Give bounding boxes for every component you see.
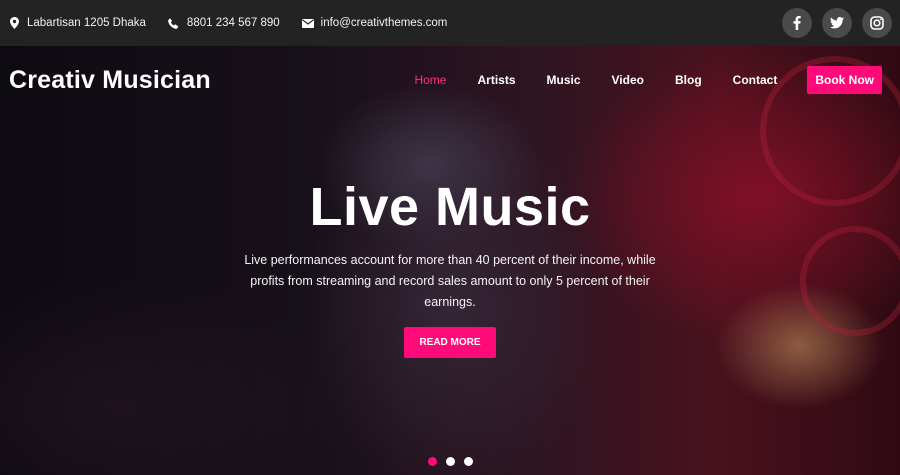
nav-contact[interactable]: Contact [733, 73, 778, 87]
phone-text: 8801 234 567 890 [186, 17, 280, 29]
email-link[interactable]: info@creativthemes.com [321, 17, 448, 29]
nav-artists[interactable]: Artists [477, 73, 515, 87]
address-info: Labartisan 1205 Dhaka [8, 17, 146, 29]
nav-video[interactable]: Video [612, 73, 644, 87]
slide-dot-2[interactable] [445, 457, 455, 466]
map-pin-icon [8, 17, 20, 29]
facebook-icon [793, 16, 801, 30]
twitter-button[interactable] [822, 8, 852, 38]
book-now-button[interactable]: Book Now [807, 66, 882, 94]
nav-home[interactable]: Home [414, 73, 446, 87]
facebook-button[interactable] [782, 8, 812, 38]
site-logo[interactable]: Creativ Musician [9, 66, 211, 95]
nav-music[interactable]: Music [547, 73, 581, 87]
hero-slider: Creativ Musician Home Artists Music Vide… [0, 46, 900, 475]
main-navbar: Creativ Musician Home Artists Music Vide… [0, 46, 900, 114]
hero-content: Live Music Live performances account for… [0, 176, 900, 358]
instagram-icon [870, 16, 884, 30]
read-more-button[interactable]: READ MORE [404, 327, 496, 358]
hero-description: Live performances account for more than … [244, 253, 656, 309]
phone-info: 8801 234 567 890 [168, 17, 280, 29]
nav-blog[interactable]: Blog [675, 73, 702, 87]
main-nav: Home Artists Music Video Blog Contact Bo… [383, 66, 891, 94]
slider-pagination [0, 457, 900, 466]
slide-dot-3[interactable] [463, 457, 473, 466]
address-text: Labartisan 1205 Dhaka [27, 17, 146, 29]
email-info: info@creativthemes.com [301, 17, 448, 29]
phone-icon [168, 17, 180, 29]
twitter-icon [830, 17, 844, 29]
slide-dot-1[interactable] [427, 457, 437, 466]
hero-title: Live Music [309, 177, 591, 237]
envelope-icon [301, 17, 314, 29]
instagram-button[interactable] [862, 8, 892, 38]
top-info-bar: Labartisan 1205 Dhaka 8801 234 567 890 i… [0, 0, 900, 46]
social-links [782, 8, 892, 38]
